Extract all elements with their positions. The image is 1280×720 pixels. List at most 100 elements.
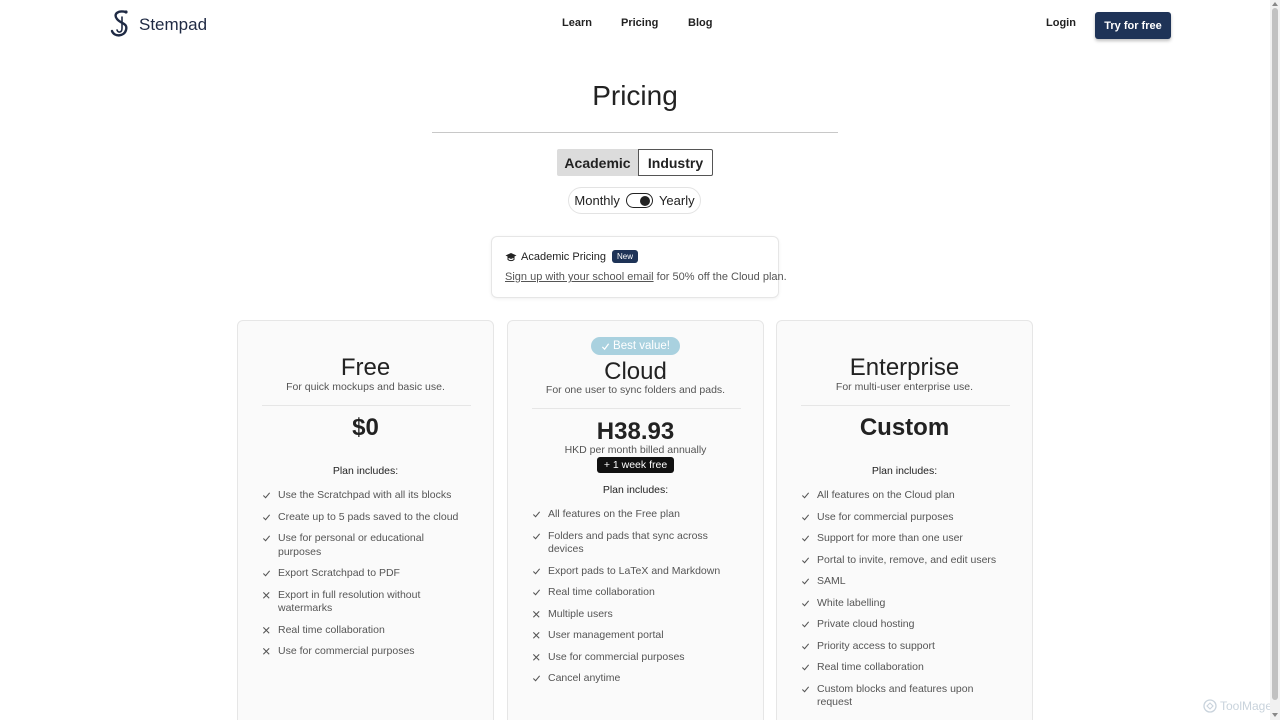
promo-text: Sign up with your school email for 50% o… [505,271,787,283]
tab-industry[interactable]: Industry [638,149,713,176]
try-for-free-button[interactable]: Try for free [1095,12,1171,39]
feature-text: Private cloud hosting [817,618,915,630]
cross-icon [532,608,548,622]
feature-text: Cancel anytime [548,672,621,684]
login-link[interactable]: Login [1046,17,1076,29]
new-badge: New [611,250,638,263]
title-divider [432,132,838,133]
yearly-label[interactable]: Yearly [659,193,695,208]
feature-text: Real time collaboration [548,586,655,598]
feature-text: Priority access to support [817,639,935,652]
graduation-cap-icon [505,252,517,261]
billing-toggle[interactable] [625,193,653,208]
feature-item: Folders and pads that sync across device… [532,530,740,557]
check-icon [532,565,548,579]
feature-text: Custom blocks and features upon request [817,682,974,709]
feature-text: Multiple users [548,607,613,620]
school-email-signup-link[interactable]: Sign up with your school email [505,271,654,283]
check-icon [532,530,548,544]
nav-blog[interactable]: Blog [688,17,712,29]
plan-includes-label: Plan includes: [871,465,938,477]
plan-price: Custom [859,414,950,441]
feature-item: Export in full resolution without waterm… [262,589,470,616]
check-icon [801,511,817,525]
feature-list: All features on the Free plan Folders and… [532,508,740,694]
plan-divider [262,405,471,406]
plan-divider [801,405,1010,406]
check-icon [801,532,817,546]
feature-item: Real time collaboration [262,624,470,638]
nav-pricing[interactable]: Pricing [621,17,658,29]
feature-text: Use for commercial purposes [548,650,685,663]
scroll-down-arrow[interactable] [1272,713,1278,717]
academic-promo-card: Academic Pricing New Sign up with your s… [491,236,787,298]
plan-card-enterprise: Enterprise For multi-user enterprise use… [776,320,1033,720]
audience-toggle: Academic Industry [557,149,713,176]
feature-text: Use for commercial purposes [817,510,954,523]
promo-rest-text: for 50% off the Cloud plan. [653,271,787,283]
cross-icon [262,645,278,659]
feature-item: Export pads to LaTeX and Markdown [532,565,740,579]
check-icon [262,489,278,503]
feature-item: Use for commercial purposes [262,645,470,659]
feature-item: Create up to 5 pads saved to the cloud [262,511,470,525]
nav-learn[interactable]: Learn [562,17,592,29]
plan-subtitle: For one user to sync folders and pads. [545,384,726,396]
trial-badge: + 1 week free [597,457,674,473]
feature-text: White labelling [817,596,886,609]
feature-item: All features on the Free plan [532,508,740,522]
cross-icon [532,651,548,665]
feature-item: Private cloud hosting [801,618,1009,632]
check-icon [801,554,817,568]
check-icon [262,567,278,581]
feature-item: Priority access to support [801,640,1009,654]
check-icon [801,575,817,589]
feature-item: Support for more than one user [801,532,1009,546]
plan-price: $0 [352,414,379,441]
plan-subtitle: For quick mockups and basic use. [286,381,445,393]
check-icon [262,532,278,546]
check-icon [601,342,610,350]
monthly-label[interactable]: Monthly [574,193,620,208]
plan-card-free: Free For quick mockups and basic use. $0… [237,320,494,720]
tab-academic[interactable]: Academic [557,149,638,176]
feature-text: Real time collaboration [817,661,924,673]
feature-item: Real time collaboration [801,661,1009,675]
feature-item: All features on the Cloud plan [801,489,1009,503]
feature-item: Use for personal or educational purposes [262,532,470,559]
feature-text: Portal to invite, remove, and edit users [817,553,997,566]
feature-item: White labelling [801,597,1009,611]
feature-text: Use for commercial purposes [278,645,415,657]
check-icon [801,489,817,503]
feature-item: Real time collaboration [532,586,740,600]
check-icon [801,640,817,654]
feature-list: Use the Scratchpad with all its blocks Cr… [262,489,470,667]
feature-item: User management portal [532,629,740,643]
feature-item: Use for commercial purposes [801,511,1009,525]
feature-text: All features on the Free plan [548,508,680,520]
logo[interactable]: Stempad [109,9,207,40]
feature-list: All features on the Cloud plan Use for co… [801,489,1009,718]
feature-text: Use for personal or educational purposes [278,532,424,558]
plan-name: Free [340,354,391,381]
watermark-text: ToolMage [1220,699,1273,713]
plan-subtitle: For multi-user enterprise use. [835,381,974,393]
page-title: Pricing [592,80,678,111]
plan-divider [532,408,741,409]
scrollbar-thumb[interactable] [1272,8,1278,700]
scroll-up-arrow[interactable] [1272,2,1278,6]
check-icon [532,586,548,600]
cross-icon [262,624,278,638]
feature-item: Cancel anytime [532,672,740,686]
cross-icon [262,589,278,603]
feature-text: Create up to 5 pads saved to the cloud [278,510,459,523]
logo-text: Stempad [139,14,208,34]
check-icon [801,683,817,697]
check-icon [262,511,278,525]
check-icon [801,661,817,675]
feature-text: Support for more than one user [817,532,963,544]
check-icon [801,597,817,611]
feature-item: Use for commercial purposes [532,651,740,665]
plan-price: H38.93 [596,418,675,445]
feature-item: Multiple users [532,608,740,622]
